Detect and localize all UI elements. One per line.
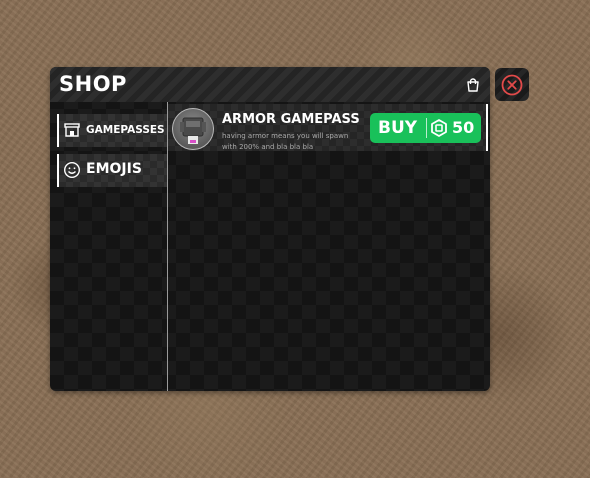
shop-title-bar: SHOP	[50, 67, 490, 102]
shop-sidebar: GAMEPASSES EMOJIS	[50, 102, 168, 391]
shopping-bag-icon[interactable]	[465, 77, 481, 93]
sidebar-item-gamepasses[interactable]: GAMEPASSES	[57, 114, 167, 147]
shop-window: SHOP GAMEPASSES EMOJIS ARMOR GAMEPASS ha…	[50, 67, 490, 391]
buy-label: BUY	[378, 118, 418, 138]
close-x-icon	[501, 74, 523, 96]
item-description: having armor means you will spawn with 2…	[222, 132, 349, 151]
armor-thumbnail	[172, 108, 214, 150]
price-value: 50	[452, 118, 475, 137]
close-button[interactable]	[495, 68, 529, 101]
smiley-icon	[63, 161, 81, 179]
buy-divider	[426, 118, 427, 138]
list-item: ARMOR GAMEPASS having armor means you wi…	[168, 104, 488, 151]
robux-icon	[430, 119, 448, 137]
sidebar-item-label: EMOJIS	[86, 161, 142, 177]
buy-button[interactable]: BUY 50	[370, 113, 481, 143]
sidebar-item-emojis[interactable]: EMOJIS	[57, 154, 167, 187]
shop-item-list: ARMOR GAMEPASS having armor means you wi…	[168, 102, 490, 391]
storefront-icon	[63, 121, 81, 139]
sidebar-item-label: GAMEPASSES	[86, 124, 165, 136]
item-title: ARMOR GAMEPASS	[222, 112, 360, 127]
shop-title: SHOP	[59, 72, 127, 96]
